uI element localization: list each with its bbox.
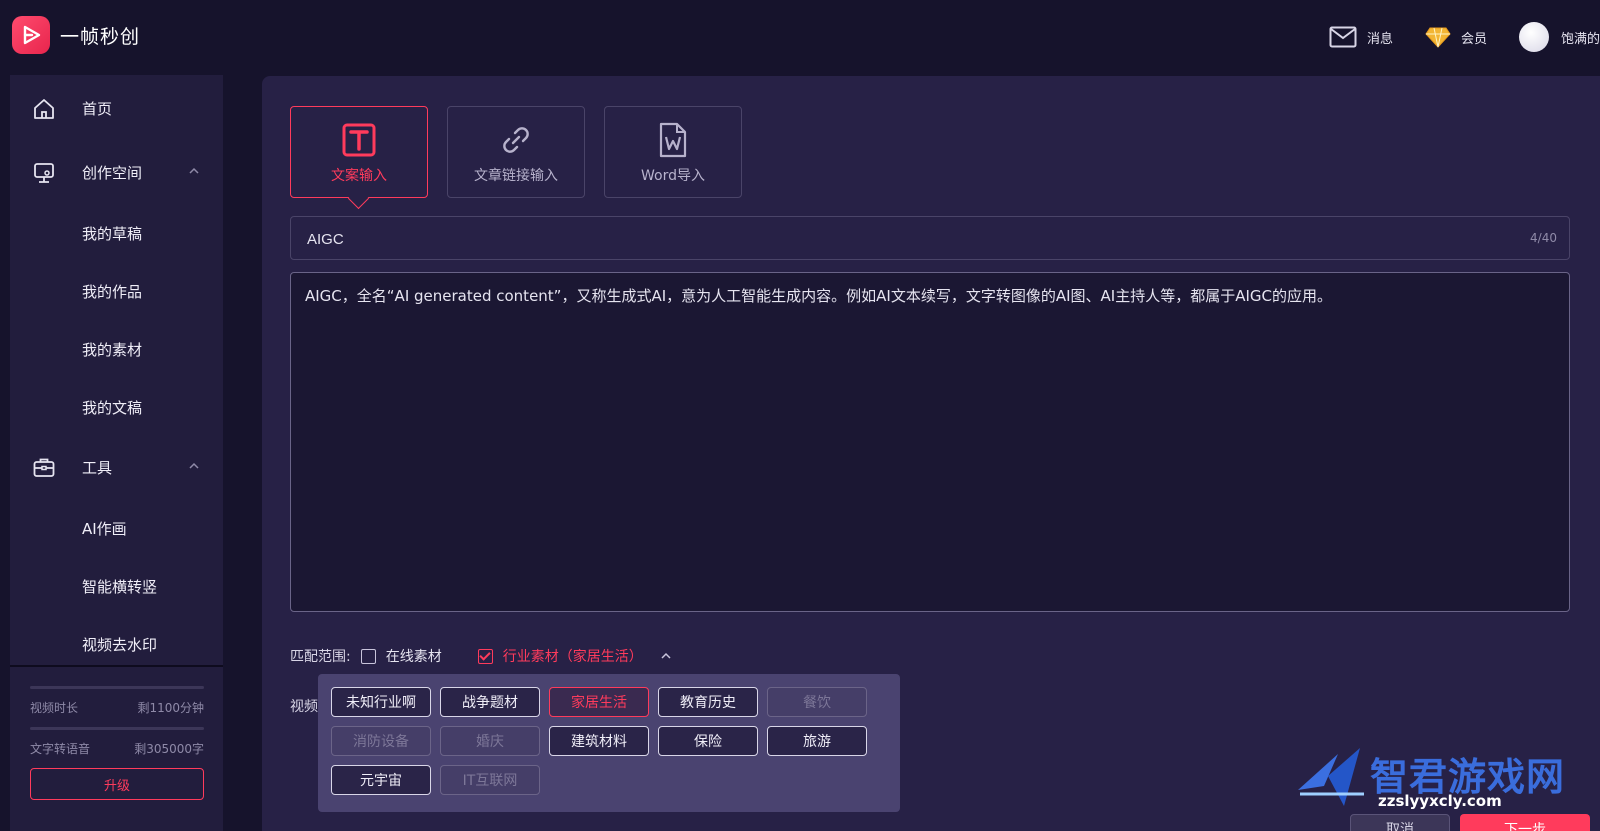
mode-link-input[interactable]: 文章链接输入 — [447, 106, 585, 198]
mode-text-input[interactable]: 文案输入 — [290, 106, 428, 198]
sidebar-item-tools[interactable]: 工具 — [10, 447, 223, 487]
sidebar-item-label: 首页 — [82, 99, 113, 118]
app-title: 一帧秒创 — [60, 26, 141, 48]
industry-tag: IT互联网 — [440, 765, 540, 795]
toolbox-icon — [33, 458, 55, 477]
industry-tag[interactable]: 保险 — [658, 726, 758, 756]
diamond-icon — [1425, 27, 1451, 48]
messages-label: 消息 — [1366, 31, 1393, 47]
title-field: 4/40 — [290, 216, 1570, 260]
industry-material-label[interactable]: 行业素材（家居生活） — [503, 646, 643, 666]
industry-tag[interactable]: 建筑材料 — [549, 726, 649, 756]
main-panel: 文案输入 文章链接输入 Word导入 4/40 匹配范围: — [262, 76, 1600, 831]
tts-quota-bar — [30, 727, 204, 730]
content-field — [290, 272, 1570, 612]
industry-tag[interactable]: 家居生活 — [549, 687, 649, 717]
avatar — [1518, 22, 1549, 52]
sidebar-item-creation-space[interactable]: 创作空间 — [10, 152, 223, 192]
mode-label: Word导入 — [641, 168, 705, 184]
sidebar-item-works[interactable]: 我的作品 — [82, 281, 142, 305]
top-actions: 消息 会员 饱满的 — [1297, 20, 1600, 54]
chevron-up-icon — [189, 167, 199, 174]
mode-label: 文案输入 — [331, 168, 387, 184]
industry-tag[interactable]: 未知行业啊 — [331, 687, 431, 717]
sidebar-item-materials[interactable]: 我的素材 — [82, 339, 142, 363]
industry-material-checkbox[interactable] — [477, 648, 493, 664]
industry-tag: 消防设备 — [331, 726, 431, 756]
mode-word-import[interactable]: Word导入 — [604, 106, 742, 198]
mode-label: 文章链接输入 — [474, 168, 558, 184]
industry-tag: 婚庆 — [440, 726, 540, 756]
text-t-icon — [342, 123, 376, 157]
user-menu[interactable]: 饱满的 — [1518, 22, 1600, 52]
watermark-url: zzslyyxcly.com — [1378, 792, 1502, 810]
video-quota: 视频时长 剩1100分钟 — [30, 686, 204, 716]
tts-quota-label: 文字转语音 — [30, 742, 91, 756]
online-material-label[interactable]: 在线素材 — [386, 646, 442, 666]
industry-tag[interactable]: 战争题材 — [440, 687, 540, 717]
monitor-icon — [34, 163, 54, 183]
tts-quota-value: 剩305000字 — [134, 742, 204, 756]
title-char-counter: 4/40 — [1530, 231, 1557, 245]
watermark-logo — [1298, 748, 1364, 806]
chevron-up-icon[interactable] — [659, 649, 673, 663]
upgrade-button[interactable]: 升级 — [30, 768, 204, 800]
video-row-label: 视频 — [290, 699, 318, 715]
industry-tag[interactable]: 元宇宙 — [331, 765, 431, 795]
home-icon — [34, 99, 54, 119]
member-button[interactable]: 会员 — [1425, 26, 1487, 48]
sidebar-item-manuscripts[interactable]: 我的文稿 — [82, 397, 142, 421]
user-name: 饱满的 — [1560, 31, 1600, 47]
sidebar-item-home[interactable]: 首页 — [10, 88, 223, 128]
sidebar: 首页 创作空间 我的草稿 我的作品 我的素材 我的文稿 工具 AI作画 智能横转… — [10, 75, 223, 831]
industry-tag-dropdown: 未知行业啊 战争题材 家居生活 教育历史 餐饮消防设备 婚庆 建筑材料 保险 旅游元宇宙 IT互联… — [318, 674, 900, 812]
messages-button[interactable]: 消息 — [1329, 26, 1393, 48]
chevron-up-icon — [189, 462, 199, 469]
sidebar-item-label: 创作空间 — [82, 163, 143, 182]
online-material-checkbox[interactable] — [360, 648, 376, 664]
industry-tag[interactable]: 教育历史 — [658, 687, 758, 717]
title-input[interactable] — [307, 227, 1487, 251]
video-quota-bar — [30, 686, 204, 689]
play-logo-icon — [23, 25, 41, 45]
content-textarea[interactable] — [305, 285, 1555, 595]
match-scope-row: 匹配范围: 在线素材 行业素材（家居生活） — [290, 644, 673, 668]
top-bar: 一帧秒创 消息 会员 饱满的 — [0, 0, 1600, 74]
industry-tag[interactable]: 旅游 — [767, 726, 867, 756]
sidebar-divider — [10, 665, 223, 667]
sidebar-item-landscape-to-portrait[interactable]: 智能横转竖 — [82, 576, 157, 600]
match-scope-label: 匹配范围: — [290, 649, 351, 665]
sidebar-item-ai-painting[interactable]: AI作画 — [82, 518, 127, 542]
video-quota-label: 视频时长 — [30, 701, 79, 715]
mail-icon — [1329, 26, 1357, 48]
app-logo[interactable] — [12, 16, 50, 54]
sidebar-item-drafts[interactable]: 我的草稿 — [82, 223, 142, 247]
sidebar-item-label: 工具 — [82, 458, 113, 477]
site-watermark: 智君游戏网 zzslyyxcly.com — [1294, 742, 1600, 831]
video-quota-value: 剩1100分钟 — [137, 701, 204, 715]
word-file-icon — [659, 122, 687, 158]
tts-quota: 文字转语音 剩305000字 — [30, 727, 204, 757]
industry-tag: 餐饮 — [767, 687, 867, 717]
sidebar-item-remove-watermark[interactable]: 视频去水印 — [82, 634, 157, 658]
link-icon — [503, 127, 529, 153]
member-label: 会员 — [1460, 31, 1487, 47]
